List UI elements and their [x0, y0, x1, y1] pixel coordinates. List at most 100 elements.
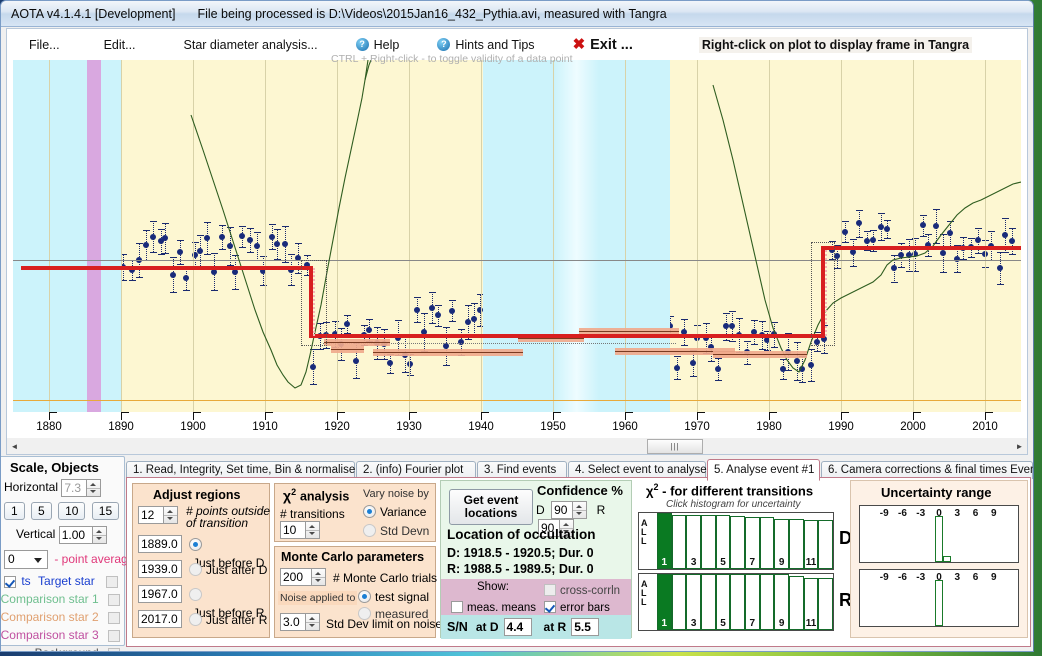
- vertical-scale-input[interactable]: 1.00: [58, 526, 93, 544]
- radio-just-after-r[interactable]: [189, 613, 202, 627]
- tab-strip: 1. Read, Integrity, Set time, Bin & norm…: [126, 459, 1033, 481]
- object-checkbox-comparison-3[interactable]: [108, 629, 120, 642]
- menu-help[interactable]: ? Help: [352, 38, 404, 52]
- menu-star-diameter-analysis[interactable]: Star diameter analysis...: [180, 38, 322, 52]
- uncertainty-x-label: -9: [879, 572, 889, 583]
- uncertainty-histogram-r[interactable]: -9 -6 -3 0 3 6 9: [859, 569, 1019, 627]
- radio-just-before-d[interactable]: [189, 538, 202, 552]
- help-icon: ?: [355, 38, 369, 51]
- radio-just-after-d[interactable]: [189, 563, 202, 577]
- scale-button-10[interactable]: 10: [58, 502, 86, 520]
- error-bars-checkbox[interactable]: [544, 600, 556, 613]
- region-value-just-after-d[interactable]: 1939.0: [138, 560, 182, 578]
- uncertainty-histogram-d[interactable]: -9 -6 -3 0 3 6 9: [859, 505, 1019, 563]
- histogram-x-label: 1: [661, 557, 668, 568]
- scale-button-1[interactable]: 1: [4, 502, 25, 520]
- std-dev-limit-spinner[interactable]: [306, 613, 320, 631]
- region-value-just-after-r[interactable]: 2017.0: [138, 610, 182, 628]
- radio-noise-test-signal[interactable]: [358, 590, 371, 604]
- menu-hints-and-tips[interactable]: ? Hints and Tips: [433, 38, 538, 52]
- chi-analysis-word: analysis: [299, 489, 350, 504]
- object-checkbox-comparison-2[interactable]: [108, 611, 120, 624]
- menu-file[interactable]: File...: [25, 38, 64, 52]
- sn-label: S/N: [447, 620, 468, 634]
- axis-tick-flag: [337, 412, 345, 413]
- cross-corrln-checkbox[interactable]: [544, 583, 556, 596]
- chi-histogram-r[interactable]: A L L 1 3 5 7 9 11: [638, 573, 834, 631]
- show-points-checkbox[interactable]: [4, 575, 16, 588]
- histogram-x-label: 5: [720, 557, 726, 568]
- histogram-bar[interactable]: [701, 574, 716, 630]
- axis-tick-label: 1970: [684, 421, 710, 433]
- sn-at-d-value: 4.4: [503, 618, 532, 636]
- axis-tick-label: 1960: [612, 421, 638, 433]
- horizontal-scale-input[interactable]: 7.3: [61, 479, 88, 497]
- histogram-bar[interactable]: [730, 516, 745, 569]
- histogram-bar[interactable]: [759, 517, 775, 569]
- confidence-d-input[interactable]: 90: [551, 501, 574, 519]
- vertical-spinner[interactable]: [92, 526, 107, 544]
- scroll-left-icon[interactable]: ◄: [7, 439, 22, 454]
- radio-vary-variance[interactable]: [363, 505, 376, 519]
- region-value-just-before-d[interactable]: 1889.0: [138, 535, 182, 553]
- object-checkbox-comparison-1[interactable]: [108, 593, 120, 606]
- fit-level-before-d: [21, 266, 311, 270]
- adjust-regions-group: Adjust regions 12 # points outside of tr…: [132, 483, 270, 638]
- app-title: AOTA v4.1.4.1 [Development]: [11, 6, 176, 21]
- uncertainty-x-label: 6: [972, 508, 979, 519]
- menu-bar: File... Edit... Star diameter analysis..…: [6, 28, 1028, 60]
- horizontal-spinner[interactable]: [87, 479, 102, 497]
- get-event-locations-button[interactable]: Get event locations: [449, 489, 533, 525]
- transitions-input[interactable]: 10: [280, 521, 306, 539]
- points-outside-input[interactable]: 12: [138, 506, 164, 524]
- histogram-bar[interactable]: [789, 576, 804, 630]
- menu-exit[interactable]: ✖ Exit ...: [569, 37, 637, 53]
- uncertainty-range-title: Uncertainty range: [881, 485, 992, 500]
- uncertainty-spike: [935, 516, 943, 562]
- transitions-spinner[interactable]: [306, 521, 320, 539]
- scale-button-5[interactable]: 5: [31, 502, 52, 520]
- confidence-d-spinner[interactable]: [573, 501, 588, 519]
- fit-level-after-r: [821, 246, 1021, 250]
- object-checkbox-background[interactable]: [108, 647, 120, 651]
- menu-edit[interactable]: Edit...: [100, 38, 140, 52]
- meas-means-checkbox[interactable]: [451, 600, 463, 613]
- region-value-just-before-r[interactable]: 1967.0: [138, 585, 182, 603]
- light-curve-plot-area[interactable]: 1880 1890 1900 1910 1920 1930 1940 1950 …: [6, 60, 1028, 438]
- plot-horizontal-scrollbar[interactable]: ◄ ||| ►: [6, 438, 1028, 455]
- radio-vary-std-devn[interactable]: [363, 524, 376, 538]
- axis-tick-flag: [265, 412, 273, 413]
- histogram-all-label: ALL: [641, 518, 648, 546]
- scale-button-15[interactable]: 15: [91, 502, 120, 520]
- histogram-x-label: 11: [805, 618, 817, 629]
- histogram-bar[interactable]: [818, 520, 833, 569]
- std-dev-limit-input[interactable]: 3.0: [280, 613, 306, 631]
- histogram-bar[interactable]: [789, 519, 804, 569]
- histogram-bar[interactable]: [818, 578, 833, 630]
- uncertainty-x-label: -3: [916, 572, 926, 583]
- point-average-select[interactable]: 0: [4, 550, 48, 569]
- scroll-right-icon[interactable]: ►: [1012, 439, 1027, 454]
- show-label: Show:: [477, 581, 509, 593]
- histogram-bar[interactable]: [671, 515, 687, 569]
- scale-objects-panel: Scale, Objects Horizontal 7.3 1 5 10 15 …: [1, 456, 134, 651]
- light-curve-canvas[interactable]: [13, 60, 1021, 412]
- label-just-after-r: Just after R: [206, 613, 268, 627]
- chi-histogram-d[interactable]: A L L 1 3 5 7 9 11: [638, 512, 834, 570]
- histogram-bar[interactable]: [671, 574, 687, 630]
- monte-carlo-trials-label: # Monte Carlo trials: [333, 571, 438, 585]
- object-checkbox-target-star[interactable]: [106, 575, 119, 588]
- histogram-bar[interactable]: [759, 574, 775, 630]
- histogram-bar[interactable]: [730, 574, 745, 630]
- scroll-track[interactable]: |||: [22, 438, 1012, 454]
- histogram-bar[interactable]: [701, 515, 716, 569]
- scroll-thumb[interactable]: |||: [647, 438, 703, 454]
- points-outside-spinner[interactable]: [164, 506, 178, 524]
- monte-carlo-trials-spinner[interactable]: [312, 568, 326, 586]
- monte-carlo-trials-input[interactable]: 200: [280, 568, 312, 586]
- tab-analyse-event-1[interactable]: 5. Analyse event #1: [707, 459, 820, 481]
- chi-exponent: 2: [291, 487, 297, 497]
- axis-tick-flag: [553, 412, 561, 413]
- axis-tick-label: 1890: [108, 421, 134, 433]
- radio-just-before-r[interactable]: [189, 588, 202, 602]
